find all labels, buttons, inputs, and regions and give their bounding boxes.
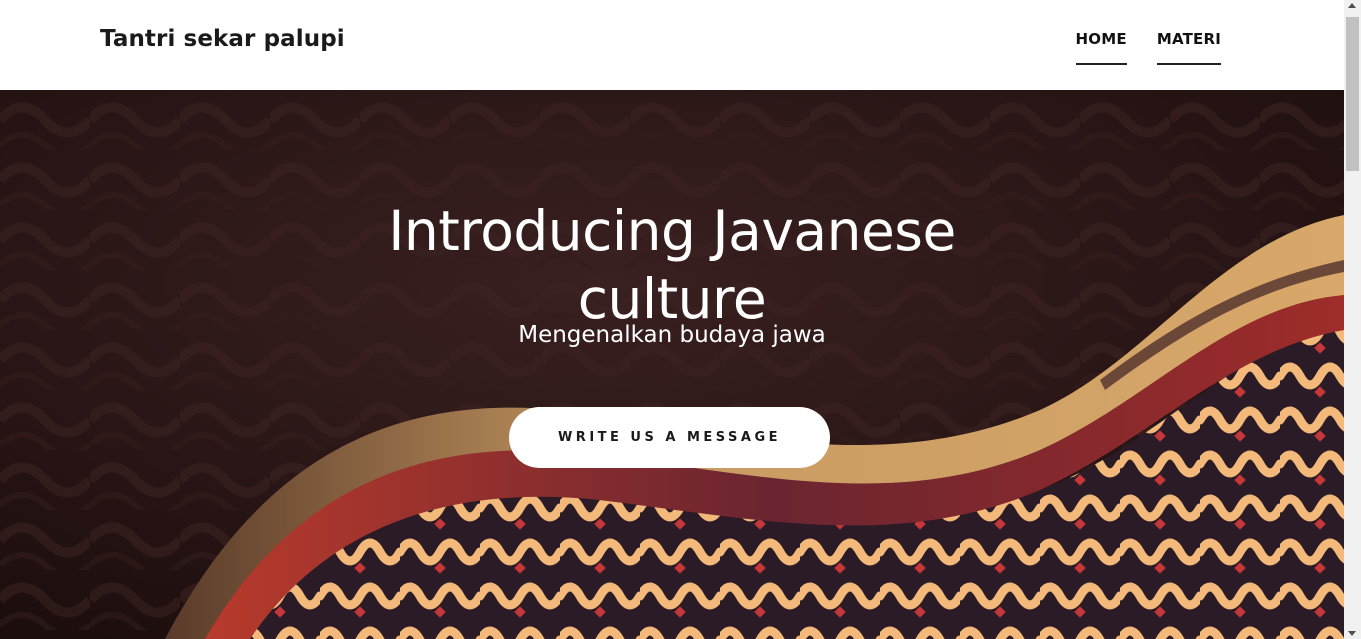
site-brand[interactable]: Tantri sekar palupi xyxy=(100,26,345,52)
hero-section: Introducing Javanese culture Mengenalkan… xyxy=(0,90,1344,639)
write-message-button[interactable]: WRITE US A MESSAGE xyxy=(509,407,830,468)
hero-title-line-1: Introducing Javanese xyxy=(388,198,956,263)
hero-subtitle: Mengenalkan budaya jawa xyxy=(518,322,826,348)
nav-item-home[interactable]: HOME xyxy=(1075,30,1127,65)
scroll-down-icon[interactable] xyxy=(1348,631,1356,636)
scrollbar-thumb[interactable] xyxy=(1346,17,1359,171)
main-nav: HOME MATERI xyxy=(1075,30,1221,65)
nav-item-materi[interactable]: MATERI xyxy=(1156,30,1221,65)
vertical-scrollbar[interactable] xyxy=(1344,0,1361,639)
scroll-up-icon[interactable] xyxy=(1348,3,1356,8)
batik-pattern-background xyxy=(0,90,1344,639)
hero-title: Introducing Javanese culture xyxy=(0,197,1344,333)
page: Tantri sekar palupi HOME MATERI Introduc… xyxy=(0,0,1361,639)
site-header: Tantri sekar palupi HOME MATERI xyxy=(0,0,1344,90)
